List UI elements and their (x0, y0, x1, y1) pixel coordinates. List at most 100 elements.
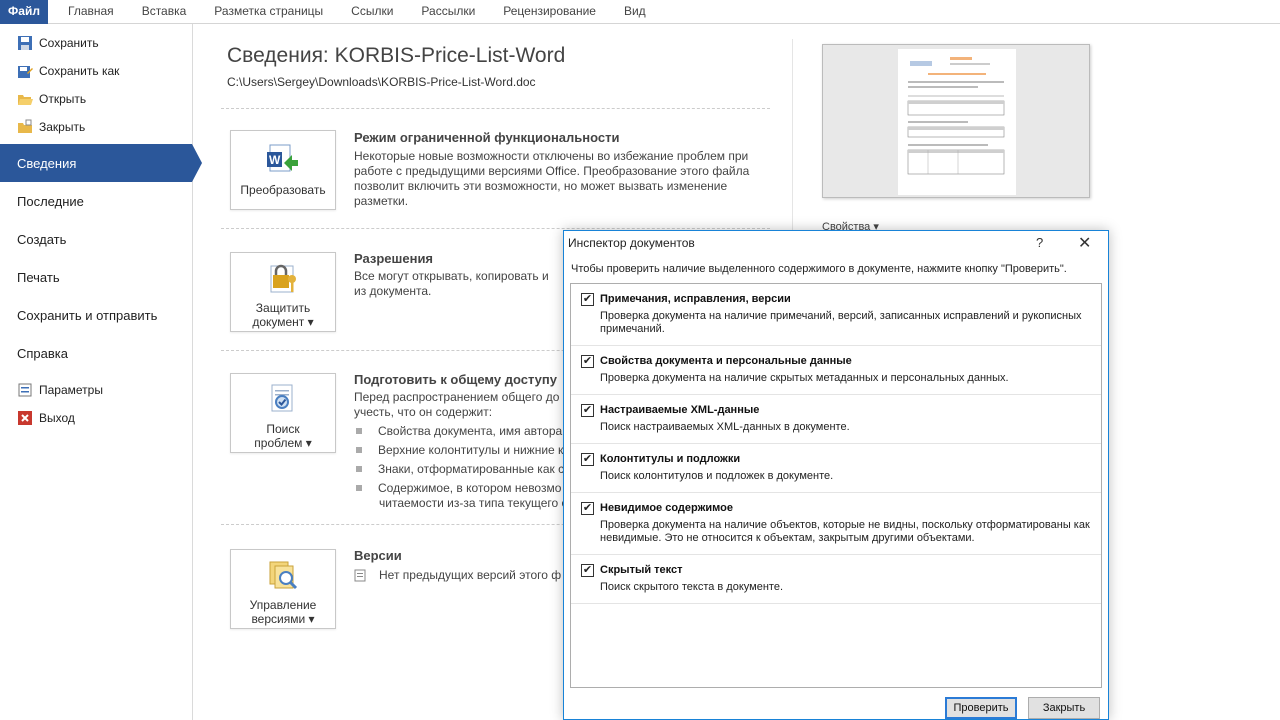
versions-icon (266, 558, 300, 592)
prepare-sharing-text-2: учесть, что он содержит: (354, 405, 493, 419)
permissions-text: Все могут открывать, копировать и из док… (354, 269, 549, 298)
tab-references[interactable]: Ссылки (337, 0, 407, 24)
prepare-bullet: Знаки, отформатированные как с (356, 462, 576, 476)
prepare-bullet: Верхние колонтитулы и нижние к (356, 443, 576, 457)
menu-help[interactable]: Справка (0, 334, 192, 372)
prepare-sharing-heading: Подготовить к общему доступу (354, 372, 557, 387)
dialog-close-button[interactable]: ✕ (1078, 233, 1091, 253)
tab-home[interactable]: Главная (48, 0, 128, 24)
file-path[interactable]: C:\Users\Sergey\Downloads\KORBIS-Price-L… (227, 75, 536, 89)
tab-page-layout[interactable]: Разметка страницы (200, 0, 337, 24)
permissions-heading: Разрешения (354, 251, 434, 266)
thumbnail-page (898, 49, 1016, 195)
menu-save-label: Сохранить (39, 36, 99, 50)
menu-print[interactable]: Печать (0, 258, 192, 296)
restricted-mode-heading: Режим ограниченной функциональности (354, 130, 620, 145)
inspection-item: ✔ Настраиваемые XML-данные Поиск настраи… (571, 395, 1101, 444)
dialog-intro-text: Чтобы проверить наличие выделенного соде… (571, 263, 1067, 275)
thumbnail-content (907, 57, 1005, 175)
menu-open[interactable]: Открыть (0, 85, 192, 113)
checkbox-hidden-text[interactable]: ✔ (581, 564, 594, 577)
inspect-document-icon (266, 382, 300, 416)
menu-info[interactable]: Сведения (0, 144, 202, 182)
inspection-item-desc: Поиск колонтитулов и подложек в документ… (600, 470, 834, 482)
prepare-bullet-text: Свойства документа, имя автора (378, 424, 563, 438)
help-button[interactable]: ? (1036, 235, 1043, 250)
inspection-item-title: Невидимое содержимое (600, 502, 733, 514)
menu-save-as-label: Сохранить как (39, 64, 120, 78)
menu-save-as[interactable]: Сохранить как (0, 57, 192, 85)
document-thumbnail[interactable] (822, 44, 1090, 198)
page-title: Сведения: KORBIS-Price-List-Word (227, 44, 566, 67)
inspection-item-title: Скрытый текст (600, 564, 683, 576)
protect-document-button[interactable]: Защитить документ ▾ (230, 252, 336, 332)
tab-mailings[interactable]: Рассылки (407, 0, 489, 24)
close-icon: ✕ (1078, 235, 1092, 252)
close-folder-icon (17, 119, 33, 135)
prepare-bullet: Свойства документа, имя автора (356, 424, 576, 438)
menu-open-label: Открыть (39, 92, 87, 106)
check-issues-label-1: Поиск (266, 422, 300, 436)
inspection-item-title: Колонтитулы и подложки (600, 453, 741, 465)
prepare-bullet: Содержимое, в котором невозмо (356, 481, 576, 495)
convert-button-label: Преобразовать (240, 183, 326, 197)
inspection-item: ✔ Скрытый текст Поиск скрытого текста в … (571, 555, 1101, 604)
document-inspector-dialog: Инспектор документов ? ✕ Чтобы проверить… (563, 230, 1109, 720)
exit-icon (17, 410, 33, 426)
inspection-list: ✔ Примечания, исправления, версии Провер… (570, 283, 1102, 688)
options-icon (17, 382, 33, 398)
versions-row: Нет предыдущих версий этого ф (354, 568, 569, 582)
check-issues-button[interactable]: Поиск проблем ▾ (230, 373, 336, 453)
inspection-item: ✔ Свойства документа и персональные данн… (571, 346, 1101, 395)
versions-text: Нет предыдущих версий этого ф (379, 568, 562, 582)
inspection-item-desc: Проверка документа на наличие примечаний… (600, 310, 1082, 335)
inspection-item: ✔ Невидимое содержимое Проверка документ… (571, 493, 1101, 555)
checkbox-xml[interactable]: ✔ (581, 404, 594, 417)
prepare-bullet-text: Знаки, отформатированные как с (378, 462, 565, 476)
checkbox-comments[interactable]: ✔ (581, 293, 594, 306)
document-icon (354, 569, 366, 582)
convert-button[interactable]: W Преобразовать (230, 130, 336, 210)
menu-save[interactable]: Сохранить (0, 29, 192, 57)
menu-new[interactable]: Создать (0, 220, 192, 258)
lock-key-icon (266, 261, 300, 295)
menu-exit-label: Выход (39, 411, 75, 425)
menu-recent[interactable]: Последние (0, 182, 192, 220)
manage-versions-label-1: Управление (249, 598, 317, 612)
menu-save-send[interactable]: Сохранить и отправить (0, 296, 192, 334)
backstage-sidebar: Сохранить Сохранить как Открыть Закрыть … (0, 24, 202, 720)
checkbox-properties[interactable]: ✔ (581, 355, 594, 368)
prepare-bullet-text: Содержимое, в котором невозмо (378, 481, 562, 495)
versions-heading: Версии (354, 548, 402, 563)
inspect-button[interactable]: Проверить (945, 697, 1017, 719)
ribbon-tabs: Файл Главная Вставка Разметка страницы С… (0, 0, 1280, 24)
tab-review[interactable]: Рецензирование (489, 0, 610, 24)
prepare-bullet-text: Верхние колонтитулы и нижние к (378, 443, 564, 457)
protect-document-label-1: Защитить (255, 301, 311, 315)
tab-insert[interactable]: Вставка (128, 0, 201, 24)
inspection-item-desc: Проверка документа на наличие скрытых ме… (600, 372, 1009, 384)
column-divider (792, 39, 793, 239)
menu-close[interactable]: Закрыть (0, 113, 192, 141)
manage-versions-button[interactable]: Управление версиями ▾ (230, 549, 336, 629)
menu-exit[interactable]: Выход (0, 404, 192, 432)
inspection-item: ✔ Примечания, исправления, версии Провер… (571, 284, 1101, 346)
dialog-title: Инспектор документов (568, 236, 695, 250)
save-as-icon (17, 63, 33, 79)
open-folder-icon (17, 91, 33, 107)
manage-versions-label-2: версиями ▾ (251, 612, 315, 626)
tab-file[interactable]: Файл (0, 0, 48, 24)
checkbox-invisible[interactable]: ✔ (581, 502, 594, 515)
menu-close-label: Закрыть (39, 120, 86, 134)
prepare-sharing-text-1: Перед распространением общего до (354, 390, 560, 404)
menu-options[interactable]: Параметры (0, 376, 192, 404)
tab-view[interactable]: Вид (610, 0, 660, 24)
inspection-item: ✔ Колонтитулы и подложки Поиск колонтиту… (571, 444, 1101, 493)
close-button[interactable]: Закрыть (1028, 697, 1100, 719)
word-convert-icon: W (266, 143, 300, 177)
divider (221, 108, 770, 109)
checkbox-headers[interactable]: ✔ (581, 453, 594, 466)
save-icon (17, 35, 33, 51)
inspection-item-desc: Поиск скрытого текста в документе. (600, 581, 783, 593)
divider (221, 228, 770, 229)
